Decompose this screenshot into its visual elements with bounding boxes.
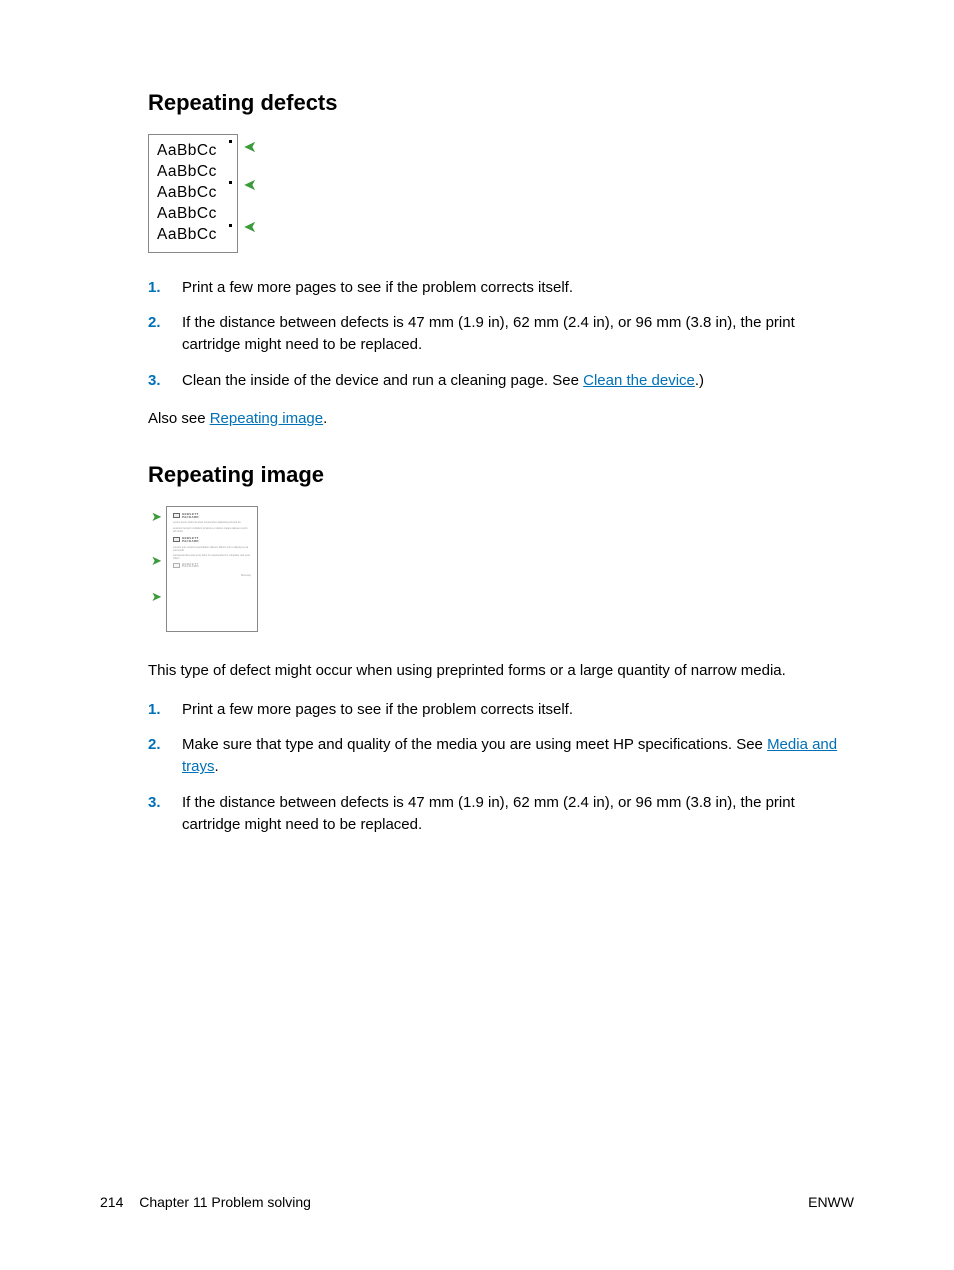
step-text-before: Make sure that type and quality of the m… (182, 736, 767, 753)
step-number: 2. (148, 734, 182, 778)
sample-defects-illustration: AaBbCc AaBbCc AaBbCc AaBbCc AaBbCc ➤ ➤ ➤ (148, 134, 238, 253)
step-item: 1. Print a few more pages to see if the … (148, 699, 854, 721)
steps-list-image: 1. Print a few more pages to see if the … (148, 699, 854, 836)
hp-logo-row: HEWLETT PACKARD (173, 513, 251, 518)
hp-logo-text: HEWLETT PACKARD (182, 563, 199, 568)
hp-logo-text: HEWLETT PACKARD (182, 513, 199, 518)
link-repeating-image[interactable]: Repeating image (210, 410, 323, 427)
step-item: 1. Print a few more pages to see if the … (148, 277, 854, 299)
faux-body-text: consequat duis aute irure dolor in repre… (173, 554, 251, 561)
arrow-right-icon: ➤ (151, 553, 162, 569)
hp-logo-icon (173, 563, 180, 568)
sample-text-line: AaBbCc (157, 141, 229, 162)
sample-text-line: AaBbCc (157, 225, 229, 246)
arrow-left-icon: ➤ (243, 175, 257, 197)
intro-paragraph: This type of defect might occur when usi… (148, 660, 854, 683)
step-number: 3. (148, 792, 182, 836)
arrow-left-icon: ➤ (243, 137, 257, 159)
heading-repeating-image: Repeating image (148, 462, 854, 488)
sample-text-line: AaBbCc (157, 183, 229, 204)
footer-left: 214 Chapter 11 Problem solving (100, 1194, 311, 1210)
step-item: 2. If the distance between defects is 47… (148, 312, 854, 356)
sample-text-line: AaBbCc (157, 162, 229, 183)
step-text-after: .) (695, 372, 704, 389)
defect-dot-icon (229, 224, 232, 227)
defect-dot-icon (229, 181, 232, 184)
step-text: Make sure that type and quality of the m… (182, 734, 854, 778)
also-see-paragraph: Also see Repeating image. (148, 408, 854, 431)
sample-image-illustration: ➤ ➤ ➤ HEWLETT PACKARD Lorem ipsum dolor … (166, 506, 258, 632)
chapter-label: Chapter 11 Problem solving (139, 1194, 311, 1210)
step-text: If the distance between defects is 47 mm… (182, 312, 854, 356)
step-text-before: Clean the inside of the device and run a… (182, 372, 583, 389)
hp-logo-text: HEWLETT PACKARD (182, 537, 199, 542)
step-text: Print a few more pages to see if the pro… (182, 277, 854, 299)
heading-repeating-defects: Repeating defects (148, 90, 854, 116)
also-see-before: Also see (148, 410, 210, 427)
also-see-after: . (323, 410, 327, 427)
step-text: Print a few more pages to see if the pro… (182, 699, 854, 721)
defect-dot-icon (229, 140, 232, 143)
page-footer: 214 Chapter 11 Problem solving ENWW (100, 1194, 854, 1210)
arrow-right-icon: ➤ (151, 509, 162, 525)
page-number: 214 (100, 1194, 123, 1210)
step-item: 2. Make sure that type and quality of th… (148, 734, 854, 778)
faux-body-text: Lorem ipsum dolor sit amet consectetur a… (173, 521, 251, 524)
arrow-left-icon: ➤ (243, 217, 257, 239)
step-item: 3. Clean the inside of the device and ru… (148, 370, 854, 392)
link-clean-device[interactable]: Clean the device (583, 372, 695, 389)
step-number: 3. (148, 370, 182, 392)
step-text: Clean the inside of the device and run a… (182, 370, 854, 392)
steps-list-defects: 1. Print a few more pages to see if the … (148, 277, 854, 392)
faux-body-text: eiusmod tempor incididunt ut labore et d… (173, 527, 251, 534)
step-number: 1. (148, 277, 182, 299)
step-text-after: . (215, 758, 219, 775)
footer-right: ENWW (808, 1194, 854, 1210)
step-number: 1. (148, 699, 182, 721)
step-text: If the distance between defects is 47 mm… (182, 792, 854, 836)
hp-logo-icon (173, 537, 180, 542)
hp-logo-icon (173, 513, 180, 518)
sample-text-line: AaBbCc (157, 204, 229, 225)
step-item: 3. If the distance between defects is 47… (148, 792, 854, 836)
faux-body-text: veniam quis nostrud exercitation ullamco… (173, 546, 251, 553)
hp-logo-row: HEWLETT PACKARD (173, 537, 251, 542)
step-number: 2. (148, 312, 182, 356)
hp-logo-row-faded: HEWLETT PACKARD (173, 563, 251, 568)
faux-signoff: Sincerely (173, 574, 251, 577)
arrow-right-icon: ➤ (151, 589, 162, 605)
